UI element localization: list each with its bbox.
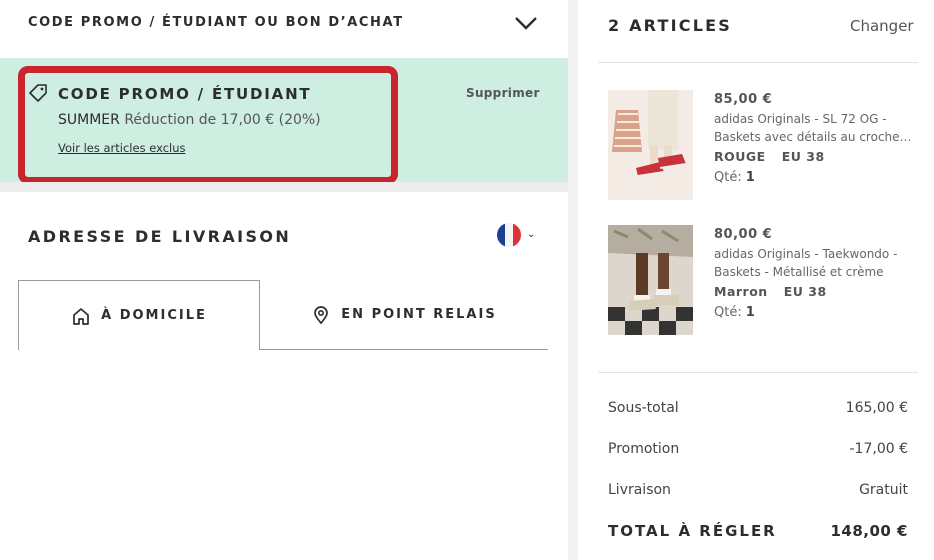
cart-item: 85,00 € adidas Originals - SL 72 OG - Ba… <box>608 90 918 202</box>
divider <box>598 372 918 373</box>
qty-label: Qté: <box>714 170 742 185</box>
chevron-down-icon[interactable] <box>514 13 538 33</box>
total-label: TOTAL À RÉGLER <box>608 522 777 540</box>
item-desc-line: adidas Originals - SL 72 OG - <box>714 112 887 126</box>
item-desc-line: Baskets avec détails au crochet... <box>714 130 914 144</box>
checkout-left-panel: CODE PROMO / ÉTUDIANT OU BON D’ACHAT COD… <box>0 0 568 560</box>
item-desc-line: Baskets - Métallisé et crème <box>714 265 884 279</box>
item-color: Marron <box>714 284 768 299</box>
promo-discount-text: Réduction de 17,00 € (20%) <box>124 112 321 128</box>
excluded-items-link[interactable]: Voir les articles exclus <box>58 141 186 155</box>
cart-item-info: 80,00 € adidas Originals - Taekwondo - B… <box>714 225 914 324</box>
item-size: EU 38 <box>783 284 827 299</box>
promo-section-header[interactable]: CODE PROMO / ÉTUDIANT OU BON D’ACHAT <box>0 0 568 58</box>
cart-count-title: 2 ARTICLES <box>608 16 732 35</box>
qty-value: 1 <box>745 170 755 185</box>
qty-value: 1 <box>745 305 755 320</box>
france-flag-icon[interactable] <box>497 223 521 247</box>
tab-home-delivery[interactable]: À DOMICILE <box>18 280 260 350</box>
promotion-row: Promotion -17,00 € <box>608 441 908 457</box>
item-price: 80,00 € <box>714 227 773 242</box>
item-attributes: Marron EU 38 <box>714 282 914 302</box>
subtotal-label: Sous-total <box>608 400 679 416</box>
item-desc-line: adidas Originals - Taekwondo - <box>714 247 898 261</box>
tag-icon <box>29 84 47 102</box>
product-image[interactable] <box>608 225 693 335</box>
section-divider <box>0 182 568 192</box>
divider <box>598 62 918 63</box>
total-row: TOTAL À RÉGLER 148,00 € <box>608 522 908 540</box>
qty-label: Qté: <box>714 305 742 320</box>
item-color: ROUGE <box>714 149 766 164</box>
country-chevron-icon[interactable]: ⌄ <box>527 229 535 240</box>
subtotal-row: Sous-total 165,00 € <box>608 400 908 416</box>
shipping-row: Livraison Gratuit <box>608 482 908 498</box>
promotion-value: -17,00 € <box>849 441 909 457</box>
promotion-label: Promotion <box>608 441 680 457</box>
promo-code-line: SUMMER Réduction de 17,00 € (20%) <box>58 112 321 128</box>
item-quantity: Qté: 1 <box>714 167 914 189</box>
order-summary-panel: 2 ARTICLES Changer 85,00 € adidas Origin… <box>578 0 934 560</box>
remove-promo-button[interactable]: Supprimer <box>466 86 540 100</box>
product-image[interactable] <box>608 90 693 200</box>
change-cart-link[interactable]: Changer <box>850 17 914 35</box>
item-attributes: ROUGE EU 38 <box>714 147 914 167</box>
promo-section-title: CODE PROMO / ÉTUDIANT OU BON D’ACHAT <box>28 15 404 30</box>
promo-code: SUMMER <box>58 112 120 128</box>
tab-relay-label: EN POINT RELAIS <box>341 307 497 322</box>
home-icon <box>73 307 89 325</box>
item-quantity: Qté: 1 <box>714 302 914 324</box>
applied-promo-panel: CODE PROMO / ÉTUDIANT SUMMER Réduction d… <box>0 58 568 182</box>
item-price: 85,00 € <box>714 92 773 107</box>
location-pin-icon <box>314 305 329 324</box>
subtotal-value: 165,00 € <box>845 400 908 416</box>
cart-item-info: 85,00 € adidas Originals - SL 72 OG - Ba… <box>714 90 914 189</box>
delivery-address-title: ADRESSE DE LIVRAISON <box>28 227 292 246</box>
shipping-label: Livraison <box>608 482 671 498</box>
shipping-value: Gratuit <box>859 482 908 498</box>
item-size: EU 38 <box>781 149 825 164</box>
applied-promo-title: CODE PROMO / ÉTUDIANT <box>58 85 312 103</box>
total-value: 148,00 € <box>830 522 908 540</box>
tab-relay-point[interactable]: EN POINT RELAIS <box>260 280 548 350</box>
tab-home-label: À DOMICILE <box>101 308 207 323</box>
cart-item: 80,00 € adidas Originals - Taekwondo - B… <box>608 225 918 337</box>
